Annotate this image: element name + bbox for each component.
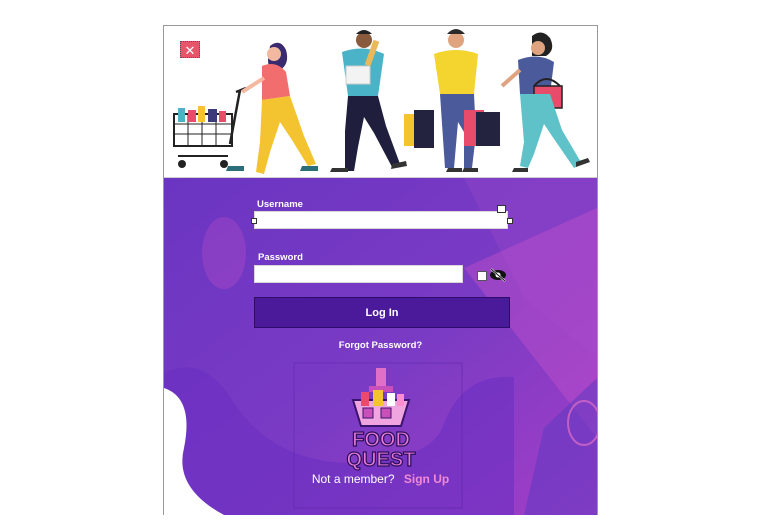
signup-row: Not a member? Sign Up	[164, 472, 597, 486]
signup-link[interactable]: Sign Up	[404, 472, 449, 486]
shoppers-illustration	[173, 29, 590, 174]
logo-text-food: FOOD	[352, 429, 410, 451]
eye-slash-icon[interactable]	[489, 268, 507, 282]
shopper-woman-1	[226, 42, 318, 174]
login-button[interactable]: Log In	[254, 297, 510, 328]
close-button[interactable]: ✕	[180, 41, 200, 58]
food-quest-logo: FOOD QUEST	[346, 368, 416, 472]
close-icon: ✕	[184, 43, 196, 58]
forgot-password-link[interactable]: Forgot Password?	[164, 340, 597, 351]
show-password-checkbox[interactable]	[477, 271, 487, 281]
resize-handle	[497, 205, 506, 213]
banner: ✕	[164, 26, 597, 178]
username-label: Username	[257, 199, 303, 210]
form-panel: Username Password Log In Forgot Password…	[164, 178, 597, 515]
shopper-man-2	[404, 29, 500, 172]
shopper-man-1	[330, 30, 407, 172]
signup-prompt: Not a member?	[311, 472, 395, 486]
logo-text-quest: QUEST	[347, 449, 416, 471]
resize-handle	[251, 218, 257, 224]
login-window: ✕ Username Password Log In Forgot Passwo…	[163, 25, 598, 515]
resize-handle	[507, 218, 513, 224]
shopper-woman-2	[500, 32, 590, 172]
shopping-cart-icon	[173, 86, 247, 168]
username-input[interactable]	[254, 211, 508, 229]
password-label: Password	[258, 252, 303, 263]
password-input[interactable]	[254, 265, 463, 283]
